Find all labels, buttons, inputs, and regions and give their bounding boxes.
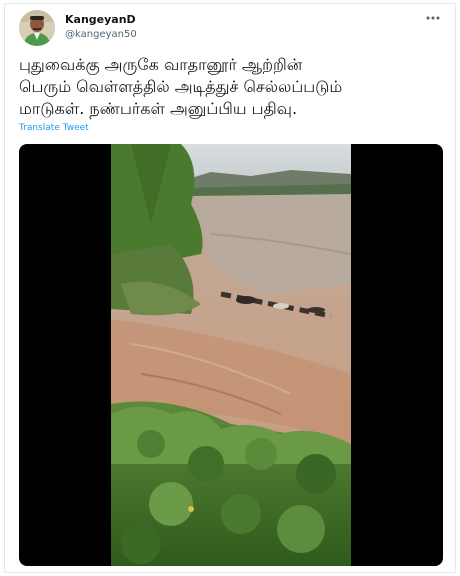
tweet-text-line: பெரும் வெள்ளத்தில் அடித்துச் செல்லப்படும… bbox=[19, 77, 343, 96]
tweet-card[interactable]: KangeyanD @kangeyan50 புதுவைக்கு அருகே வ… bbox=[4, 3, 456, 573]
video-player[interactable] bbox=[19, 144, 443, 566]
translate-tweet-link[interactable]: Translate Tweet bbox=[19, 123, 89, 133]
author-handle[interactable]: @kangeyan50 bbox=[65, 29, 137, 40]
avatar-image bbox=[19, 10, 55, 46]
video-frame bbox=[111, 144, 351, 566]
more-horizontal-icon bbox=[426, 16, 440, 20]
tweet-text-line: மாடுகள். நண்பர்கள் அனுப்பிய பதிவு. bbox=[19, 99, 298, 118]
more-options-button[interactable] bbox=[423, 10, 443, 26]
author-avatar[interactable] bbox=[19, 10, 55, 46]
tweet-text: புதுவைக்கு அருகே வாதானூர் ஆற்றின் பெரும்… bbox=[19, 54, 447, 120]
video-still-image bbox=[111, 144, 351, 566]
tweet-text-line: புதுவைக்கு அருகே வாதானூர் ஆற்றின் bbox=[19, 55, 303, 74]
author-name[interactable]: KangeyanD bbox=[65, 13, 136, 26]
